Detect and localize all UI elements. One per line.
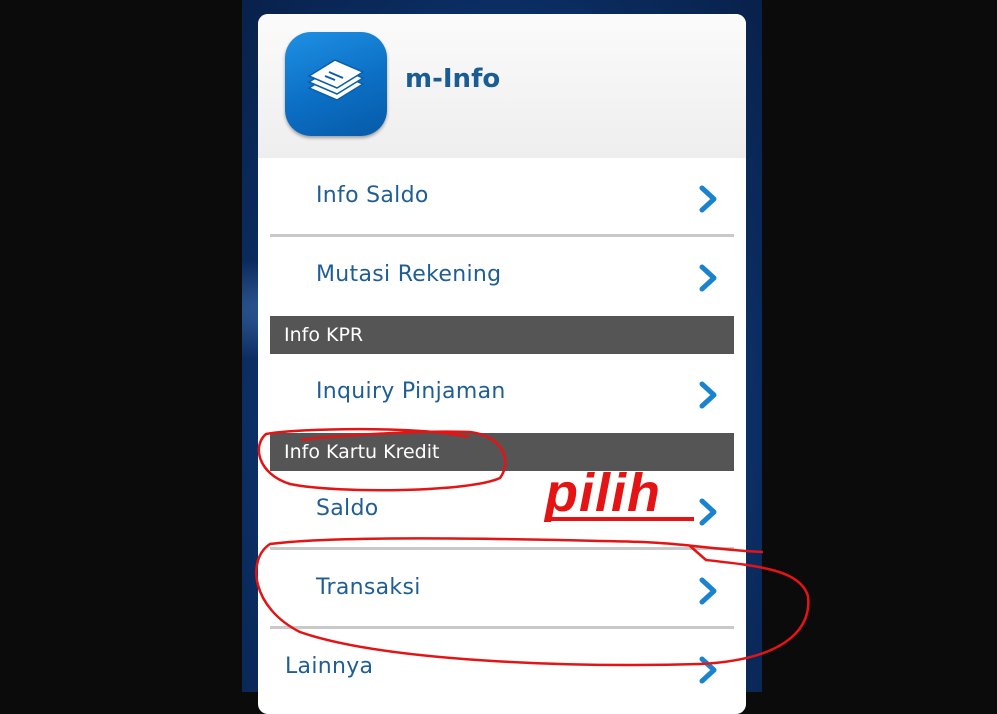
annotation-circle-kartu-kredit [257, 427, 507, 492]
annotation-circle-transaksi [255, 537, 810, 667]
annotation-layer [255, 427, 810, 667]
annotation-pilih-label: pilih [545, 463, 661, 523]
annotation-underline [546, 517, 694, 521]
